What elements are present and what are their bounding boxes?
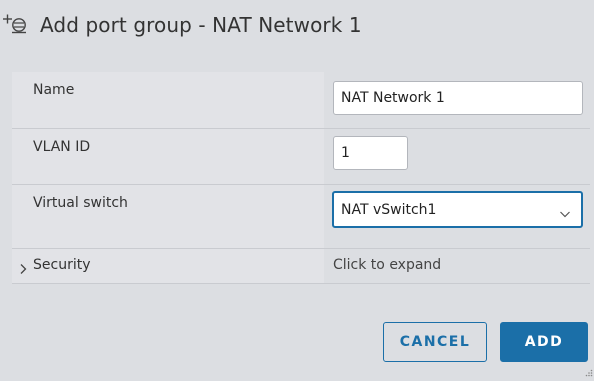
chevron-right-icon[interactable] [18, 260, 28, 274]
vlan-id-label: VLAN ID [33, 139, 91, 155]
virtual-switch-label: Virtual switch [33, 195, 128, 211]
virtual-switch-selected-value: NAT vSwitch1 [341, 202, 437, 218]
name-label: Name [33, 82, 75, 98]
virtual-switch-select[interactable]: NAT vSwitch1 [332, 191, 583, 228]
security-label[interactable]: Security [33, 257, 91, 273]
form-row-virtual-switch: Virtual switch NAT vSwitch1 [12, 185, 590, 249]
security-expand-hint[interactable]: Click to expand [333, 257, 441, 273]
add-button[interactable]: ADD [500, 322, 588, 362]
resize-grip-icon[interactable] [585, 362, 593, 377]
dialog-header: Add port group - NAT Network 1 [0, 0, 594, 52]
chevron-down-icon [559, 204, 571, 218]
name-input[interactable] [333, 81, 583, 115]
form-row-name: Name [12, 72, 590, 129]
port-group-form: Name VLAN ID Virtual switch NAT vSwitch1 [12, 72, 590, 284]
form-row-vlan: VLAN ID [12, 129, 590, 185]
add-port-group-dialog: Add port group - NAT Network 1 Name VLAN… [0, 0, 594, 377]
cancel-button[interactable]: CANCEL [383, 322, 487, 362]
dialog-title: Add port group - NAT Network 1 [40, 13, 362, 37]
form-row-security[interactable]: Security Click to expand [12, 249, 590, 284]
add-port-group-icon [2, 12, 32, 36]
vlan-id-input[interactable] [333, 136, 408, 170]
